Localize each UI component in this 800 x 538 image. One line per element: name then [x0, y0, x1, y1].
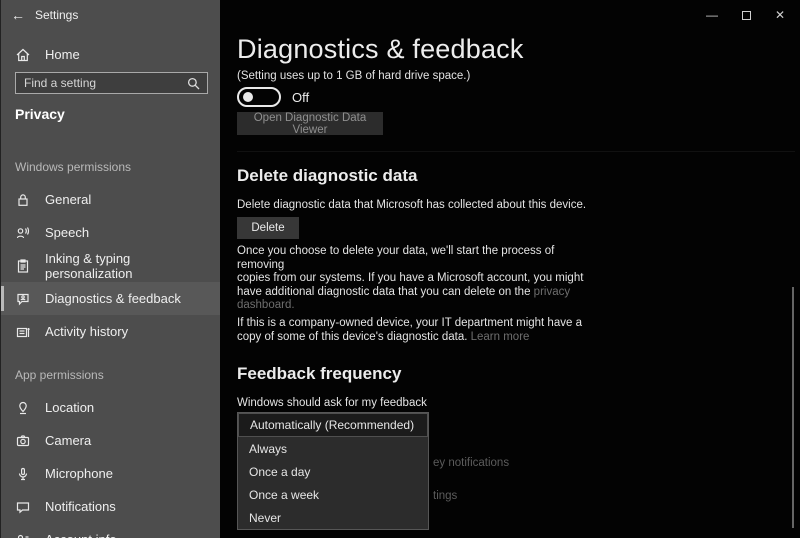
section-divider [237, 151, 795, 152]
dropdown-option-never[interactable]: Never [238, 506, 428, 529]
back-button[interactable]: ← [1, 0, 35, 30]
company-note-line: copy of some of this device's diagnostic… [237, 330, 530, 343]
sidebar-item-account-info[interactable]: Account info [1, 523, 221, 538]
removal-note-line: Once you choose to delete your data, we'… [237, 245, 555, 271]
sidebar-item-label: Microphone [45, 466, 113, 481]
main-content: — ✕ Diagnostics & feedback (Setting uses… [220, 0, 800, 538]
notifications-icon [15, 499, 31, 515]
speech-icon [15, 225, 31, 241]
toggle-state-label: Off [292, 90, 310, 105]
page-title: Diagnostics & feedback [237, 34, 524, 64]
feedback-icon [15, 291, 31, 307]
removal-note-line: dashboard. [237, 299, 587, 313]
location-icon [15, 400, 31, 416]
sidebar-item-label: Camera [45, 433, 92, 448]
search-box[interactable] [15, 72, 208, 94]
obscured-text-fragment: ey notifications [433, 457, 510, 469]
search-icon[interactable] [187, 77, 200, 90]
microphone-icon [15, 466, 31, 482]
feedback-section-heading: Feedback frequency [237, 364, 402, 383]
close-button[interactable]: ✕ [763, 0, 797, 30]
search-input[interactable] [16, 76, 187, 90]
sidebar-item-inking-typing[interactable]: Inking & typing personalization [1, 249, 221, 282]
dropdown-option-automatically[interactable]: Automatically (Recommended) [238, 413, 428, 437]
window-controls: — ✕ [695, 0, 797, 30]
section-label-windows-permissions: Windows permissions [15, 160, 132, 174]
obscured-text-fragment: tings [433, 490, 458, 502]
settings-window: ← Settings Home Privacy Windows permissi… [0, 0, 800, 538]
sidebar-item-label: Notifications [45, 499, 116, 514]
sidebar-item-camera[interactable]: Camera [1, 424, 221, 457]
sidebar-item-notifications[interactable]: Notifications [1, 490, 221, 523]
lock-icon [15, 192, 31, 208]
sidebar-item-general[interactable]: General [1, 183, 221, 216]
sidebar-item-speech[interactable]: Speech [1, 216, 221, 249]
sidebar-item-activity-history[interactable]: Activity history [1, 315, 221, 348]
company-note: If this is a company-owned device, your … [237, 317, 587, 344]
maximize-icon [741, 10, 751, 20]
sidebar-item-diagnostics-feedback[interactable]: Diagnostics & feedback [1, 282, 221, 315]
camera-icon [15, 433, 31, 449]
app-title: Settings [35, 8, 79, 22]
feedback-frequency-dropdown: Automatically (Recommended) Always Once … [237, 412, 429, 530]
sidebar-item-location[interactable]: Location [1, 391, 221, 424]
sidebar-item-microphone[interactable]: Microphone [1, 457, 221, 490]
removal-note: Once you choose to delete your data, we'… [237, 245, 587, 313]
back-arrow-icon: ← [11, 7, 25, 23]
open-diagnostic-data-viewer-button[interactable]: Open Diagnostic Data Viewer [237, 112, 383, 136]
toggle-knob [243, 92, 253, 102]
storage-note: (Setting uses up to 1 GB of hard drive s… [237, 70, 471, 82]
privacy-dashboard-link[interactable]: dashboard. [237, 299, 295, 311]
dropdown-option-once-a-week[interactable]: Once a week [238, 483, 428, 506]
dropdown-option-once-a-day[interactable]: Once a day [238, 460, 428, 483]
maximize-button[interactable] [729, 0, 763, 30]
learn-more-link[interactable]: Learn more [471, 331, 530, 343]
activity-history-icon [15, 324, 31, 340]
dropdown-option-always[interactable]: Always [238, 437, 428, 460]
sidebar-item-label: Activity history [45, 324, 129, 339]
privacy-dashboard-link[interactable]: privacy [534, 286, 570, 298]
sidebar-item-home[interactable]: Home [1, 38, 221, 71]
delete-button[interactable]: Delete [237, 217, 299, 239]
minimize-icon: — [706, 8, 718, 22]
account-icon [15, 532, 31, 538]
sidebar-item-label: General [45, 192, 92, 207]
scrollbar[interactable] [792, 287, 794, 528]
removal-note-line: copies from our systems. If you have a M… [237, 272, 584, 284]
close-icon: ✕ [774, 8, 786, 22]
section-label-app-permissions: App permissions [15, 368, 104, 382]
sidebar-titlebar: ← Settings [1, 0, 221, 30]
category-title: Privacy [15, 106, 65, 122]
delete-section-description: Delete diagnostic data that Microsoft ha… [237, 199, 587, 211]
sidebar-item-label: Inking & typing personalization [45, 250, 133, 281]
company-note-line: If this is a company-owned device, your … [237, 317, 582, 329]
minimize-button[interactable]: — [695, 0, 729, 30]
sidebar: ← Settings Home Privacy Windows permissi… [0, 0, 221, 538]
sidebar-item-label: Diagnostics & feedback [45, 291, 181, 306]
feedback-frequency-label: Windows should ask for my feedback [237, 397, 427, 409]
sidebar-item-label: Location [45, 400, 95, 415]
removal-note-line: have additional diagnostic data that you… [237, 285, 571, 298]
sidebar-item-label: Speech [45, 225, 90, 240]
sidebar-item-label: Account info [45, 532, 117, 538]
inking-icon [15, 258, 31, 274]
delete-section-heading: Delete diagnostic data [237, 166, 418, 185]
sidebar-item-label: Home [45, 47, 80, 62]
diagnostic-data-toggle[interactable] [237, 87, 281, 107]
home-icon [15, 47, 31, 63]
